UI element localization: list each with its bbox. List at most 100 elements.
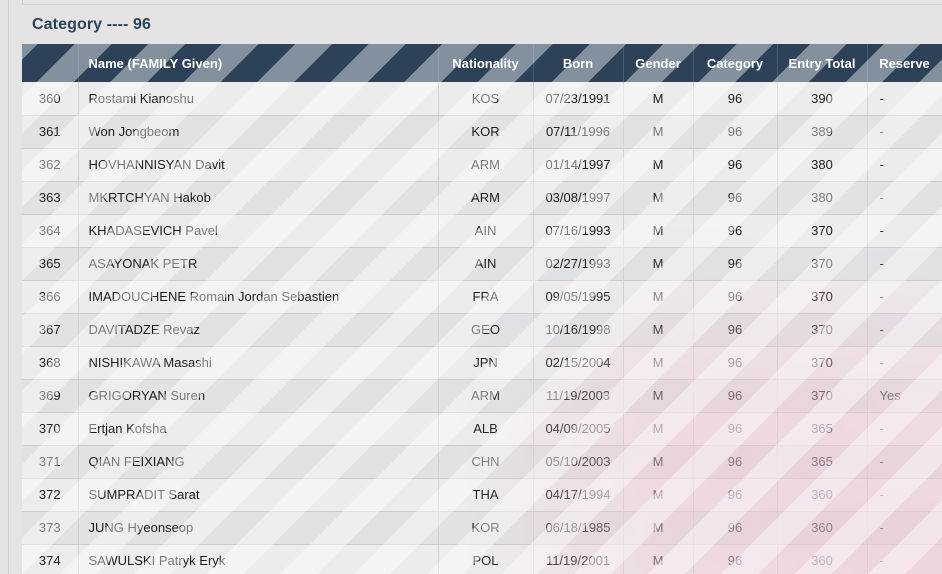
- column-header-idx[interactable]: [22, 44, 78, 82]
- table-row[interactable]: 371QIAN FEIXIANGCHN05/10/2003M96365-12: [22, 445, 942, 478]
- cell-gender: M: [623, 247, 693, 280]
- cell-name: KHADASEVICH Pavel: [78, 214, 438, 247]
- cell-entry: 380: [777, 148, 867, 181]
- cell-reserve: -: [867, 82, 942, 115]
- table-row[interactable]: 370Ertjan KofshaALB04/09/2005M96365-11: [22, 412, 942, 445]
- cell-name: ASAYONAK PETR: [78, 247, 438, 280]
- cell-name: DAVITADZE Revaz: [78, 313, 438, 346]
- cell-nat: KOS: [438, 82, 533, 115]
- cell-entry: 360: [777, 544, 867, 574]
- cell-nat: KOR: [438, 511, 533, 544]
- cell-born: 06/18/1985: [533, 511, 623, 544]
- column-header-entry[interactable]: Entry Total: [777, 44, 867, 82]
- cell-name: HOVHANNISYAN Davit: [78, 148, 438, 181]
- cell-category: 96: [693, 148, 777, 181]
- cell-nat: KOR: [438, 115, 533, 148]
- cell-category: 96: [693, 214, 777, 247]
- column-header-name[interactable]: Name (FAMILY Given): [78, 44, 438, 82]
- cell-born: 02/15/2004: [533, 346, 623, 379]
- cell-gender: M: [623, 544, 693, 574]
- cell-reserve: Yes: [867, 379, 942, 412]
- cell-nat: ALB: [438, 412, 533, 445]
- table-row[interactable]: 369GRIGORYAN SurenARM11/19/2003M96370Yes…: [22, 379, 942, 412]
- cell-entry: 370: [777, 346, 867, 379]
- cell-entry: 389: [777, 115, 867, 148]
- cell-idx: 366: [22, 280, 78, 313]
- cell-entry: 365: [777, 412, 867, 445]
- page-title: Category ---- 96: [32, 16, 151, 34]
- cell-nat: ARM: [438, 181, 533, 214]
- cell-born: 10/16/1998: [533, 313, 623, 346]
- table-header-row: Name (FAMILY Given)NationalityBornGender…: [22, 44, 942, 82]
- cell-gender: M: [623, 148, 693, 181]
- cell-reserve: -: [867, 445, 942, 478]
- cell-nat: JPN: [438, 346, 533, 379]
- cell-nat: AIN: [438, 247, 533, 280]
- table-row[interactable]: 373JUNG HyeonseopKOR06/18/1985M96360-14: [22, 511, 942, 544]
- cell-entry: 370: [777, 379, 867, 412]
- table-row[interactable]: 360Rostami KianoshuKOS07/23/1991M96390-1: [22, 82, 942, 115]
- column-header-born[interactable]: Born: [533, 44, 623, 82]
- table-row[interactable]: 372SUMPRADIT SaratTHA04/17/1994M96360-13: [22, 478, 942, 511]
- cell-gender: M: [623, 379, 693, 412]
- table-row[interactable]: 365ASAYONAK PETRAIN02/27/1993M96370-6: [22, 247, 942, 280]
- cell-idx: 368: [22, 346, 78, 379]
- cell-idx: 370: [22, 412, 78, 445]
- cell-entry: 360: [777, 511, 867, 544]
- column-header-category[interactable]: Category: [693, 44, 777, 82]
- table-row[interactable]: 366IMADOUCHENE Romain Jordan SebastienFR…: [22, 280, 942, 313]
- cell-born: 04/09/2005: [533, 412, 623, 445]
- cell-gender: M: [623, 181, 693, 214]
- cell-entry: 360: [777, 478, 867, 511]
- cell-idx: 372: [22, 478, 78, 511]
- table-row[interactable]: 363MKRTCHYAN HakobARM03/08/1997M96380-4: [22, 181, 942, 214]
- cell-born: 04/17/1994: [533, 478, 623, 511]
- table-row[interactable]: 368NISHIKAWA MasashiJPN02/15/2004M96370-…: [22, 346, 942, 379]
- cell-born: 02/27/1993: [533, 247, 623, 280]
- table-row[interactable]: 362HOVHANNISYAN DavitARM01/14/1997M96380…: [22, 148, 942, 181]
- cell-entry: 365: [777, 445, 867, 478]
- cell-idx: 364: [22, 214, 78, 247]
- cell-entry: 370: [777, 247, 867, 280]
- cell-nat: POL: [438, 544, 533, 574]
- cell-reserve: -: [867, 478, 942, 511]
- table-row[interactable]: 364KHADASEVICH PavelAIN07/16/1993M96370-…: [22, 214, 942, 247]
- cell-name: GRIGORYAN Suren: [78, 379, 438, 412]
- column-header-reserve[interactable]: Reserve: [867, 44, 942, 82]
- column-header-gender[interactable]: Gender: [623, 44, 693, 82]
- cell-idx: 362: [22, 148, 78, 181]
- cell-category: 96: [693, 313, 777, 346]
- cell-category: 96: [693, 445, 777, 478]
- cell-idx: 367: [22, 313, 78, 346]
- cell-category: 96: [693, 511, 777, 544]
- cell-gender: M: [623, 511, 693, 544]
- cell-gender: M: [623, 115, 693, 148]
- cell-born: 11/19/2003: [533, 379, 623, 412]
- cell-nat: FRA: [438, 280, 533, 313]
- cell-category: 96: [693, 544, 777, 574]
- cell-idx: 360: [22, 82, 78, 115]
- cell-category: 96: [693, 82, 777, 115]
- cell-name: JUNG Hyeonseop: [78, 511, 438, 544]
- cell-idx: 363: [22, 181, 78, 214]
- table-row[interactable]: 361Won JongbeomKOR07/11/1996M96389-2: [22, 115, 942, 148]
- column-header-nat[interactable]: Nationality: [438, 44, 533, 82]
- cell-gender: M: [623, 280, 693, 313]
- cell-category: 96: [693, 478, 777, 511]
- table-row[interactable]: 367DAVITADZE RevazGEO10/16/1998M96370-8: [22, 313, 942, 346]
- cell-reserve: -: [867, 214, 942, 247]
- cell-born: 01/14/1997: [533, 148, 623, 181]
- cell-category: 96: [693, 181, 777, 214]
- cell-born: 07/16/1993: [533, 214, 623, 247]
- cell-nat: CHN: [438, 445, 533, 478]
- cell-name: NISHIKAWA Masashi: [78, 346, 438, 379]
- cell-reserve: -: [867, 346, 942, 379]
- cell-idx: 374: [22, 544, 78, 574]
- cell-entry: 370: [777, 280, 867, 313]
- cell-gender: M: [623, 82, 693, 115]
- cell-reserve: -: [867, 544, 942, 574]
- cell-category: 96: [693, 280, 777, 313]
- entries-table-container: Name (FAMILY Given)NationalityBornGender…: [22, 44, 942, 574]
- cell-born: 07/11/1996: [533, 115, 623, 148]
- table-row[interactable]: 374SAWULSKI Patryk ErykPOL11/19/2001M963…: [22, 544, 942, 574]
